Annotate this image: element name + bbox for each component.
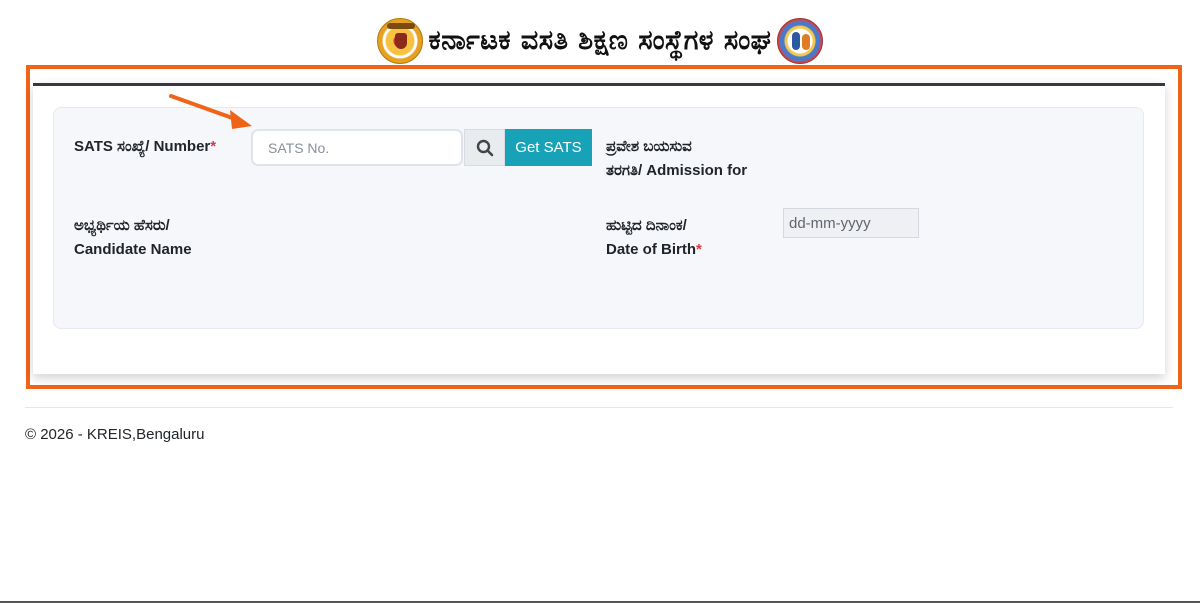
admission-for-label: ಪ್ರವೇಶ ಬಯಸುವ ತರಗತಿ/ Admission for	[606, 138, 748, 179]
kreis-emblem-icon	[777, 18, 824, 64]
search-icon	[476, 139, 493, 156]
footer-divider	[25, 407, 1173, 408]
pointer-arrow-icon	[169, 94, 252, 129]
sats-number-input[interactable]	[251, 129, 463, 166]
form-panel: SATS ಸಂಖ್ಯೆ/ Number* Get SATS ಪ್ರವೇಶ ಬಯಸ…	[53, 107, 1144, 329]
candidate-name-label: ಅಭ್ಯರ್ಥಿಯ ಹೆಸರು/ Candidate Name	[74, 217, 192, 258]
search-button[interactable]	[464, 129, 505, 166]
footer-copyright: © 2026 - KREIS,Bengaluru	[25, 426, 205, 443]
page-header: ಕರ್ನಾಟಕ ವಸತಿ ಶಿಕ್ಷಣ ಸಂಸ್ಥೆಗಳ ಸಂಘ	[0, 16, 1200, 66]
sats-number-label: SATS ಸಂಖ್ಯೆ/ Number*	[74, 138, 217, 155]
required-mark: *	[210, 138, 217, 155]
karnataka-emblem-icon	[376, 18, 423, 64]
date-of-birth-label: ಹುಟ್ಟಿದ ದಿನಾಂಕ/ Date of Birth*	[606, 217, 702, 258]
required-mark: *	[696, 241, 702, 258]
get-sats-button[interactable]: Get SATS	[505, 129, 592, 166]
site-title: ಕರ್ನಾಟಕ ವಸತಿ ಶಿಕ್ಷಣ ಸಂಸ್ಥೆಗಳ ಸಂಘ	[428, 25, 772, 56]
date-of-birth-input[interactable]	[783, 208, 919, 238]
